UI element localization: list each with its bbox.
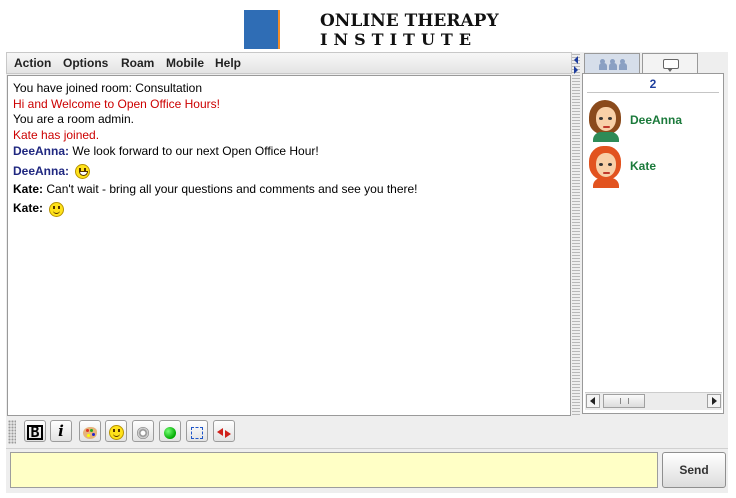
emoticon-button[interactable] [105, 420, 127, 442]
scroll-left-button[interactable] [586, 394, 600, 408]
user-list-item[interactable]: Kate [585, 144, 721, 188]
chat-message: You have joined room: Consultation [13, 81, 203, 95]
message-author: DeeAnna: [13, 143, 70, 158]
horizontal-scrollbar[interactable] [585, 392, 722, 410]
menu-bar: Action Options Roam Mobile Help [6, 52, 572, 74]
message-author: Kate: [13, 201, 44, 216]
logo: ONLINE THERAPY INSTITUTE [244, 10, 499, 49]
chat-app: Action Options Roam Mobile Help You have… [6, 52, 728, 493]
fullscreen-button[interactable] [186, 420, 208, 442]
chat-message: DeeAnna: We look forward to our next Ope… [13, 144, 565, 160]
menu-action[interactable]: Action [14, 56, 51, 70]
color-button[interactable] [79, 420, 101, 442]
user-count: 2 [649, 77, 657, 91]
palette-icon [83, 426, 97, 439]
menu-options[interactable]: Options [63, 56, 108, 70]
toolbar-grip[interactable] [8, 420, 16, 444]
status-green-icon [164, 426, 176, 439]
fullscreen-icon [191, 426, 203, 439]
chat-panel: Action Options Roam Mobile Help You have… [6, 52, 572, 416]
message-author: Kate: [13, 181, 44, 196]
send-button[interactable]: Send [662, 452, 726, 488]
menu-roam[interactable]: Roam [121, 56, 154, 70]
logo-mark-icon [244, 10, 280, 49]
user-list: 2 DeeAnna Kate [582, 73, 724, 414]
message-author: DeeAnna: [13, 163, 70, 178]
panel-splitter[interactable] [572, 52, 580, 416]
avatar [585, 98, 625, 142]
input-row: Send [6, 448, 728, 493]
smiley-icon [49, 201, 65, 217]
divider [587, 92, 719, 93]
bold-button[interactable]: B [24, 420, 46, 442]
chat-message: You are a room admin. [13, 112, 134, 127]
menu-mobile[interactable]: Mobile [166, 56, 204, 70]
user-name: DeeAnna [630, 113, 683, 127]
users-panel: 2 DeeAnna Kate [582, 52, 726, 416]
collapse-right-icon[interactable] [574, 66, 578, 74]
scroll-thumb[interactable] [603, 394, 645, 408]
message-input[interactable] [10, 452, 658, 488]
smiley-icon [108, 424, 124, 440]
italic-button[interactable]: i [50, 420, 72, 442]
user-list-item[interactable]: DeeAnna [585, 98, 721, 142]
sound-icon [137, 426, 149, 439]
logo-text-line2: INSTITUTE [320, 30, 478, 49]
user-name: Kate [630, 159, 657, 173]
scroll-right-button[interactable] [707, 394, 721, 408]
collapse-left-icon[interactable] [574, 56, 578, 64]
status-button[interactable] [159, 420, 181, 442]
format-toolbar: B i [6, 418, 726, 446]
chat-transcript[interactable]: You have joined room: Consultation Hi an… [7, 75, 571, 416]
tab-chat[interactable] [642, 53, 698, 73]
chat-message: Hi and Welcome to Open Office Hours! [13, 96, 220, 111]
users-icon [599, 59, 627, 70]
chat-message: DeeAnna: [13, 160, 565, 182]
bold-icon: B [27, 424, 43, 440]
sound-button[interactable] [132, 420, 154, 442]
message-text: We look forward to our next Open Office … [72, 143, 319, 158]
grin-smiley-icon [75, 163, 91, 179]
arrows-icon [217, 428, 231, 438]
italic-icon: i [58, 422, 64, 440]
chat-message: Kate: Can't wait - bring all your questi… [13, 182, 565, 198]
message-text: Can't wait - bring all your questions an… [46, 181, 418, 196]
avatar [585, 144, 625, 188]
chat-message: Kate: [13, 197, 565, 219]
transfer-button[interactable] [213, 420, 235, 442]
menu-help[interactable]: Help [215, 56, 241, 70]
tab-users[interactable] [584, 53, 640, 73]
chat-message: Kate has joined. [13, 128, 100, 143]
chat-bubble-icon [663, 59, 679, 72]
logo-text-line1: ONLINE THERAPY [320, 11, 499, 31]
